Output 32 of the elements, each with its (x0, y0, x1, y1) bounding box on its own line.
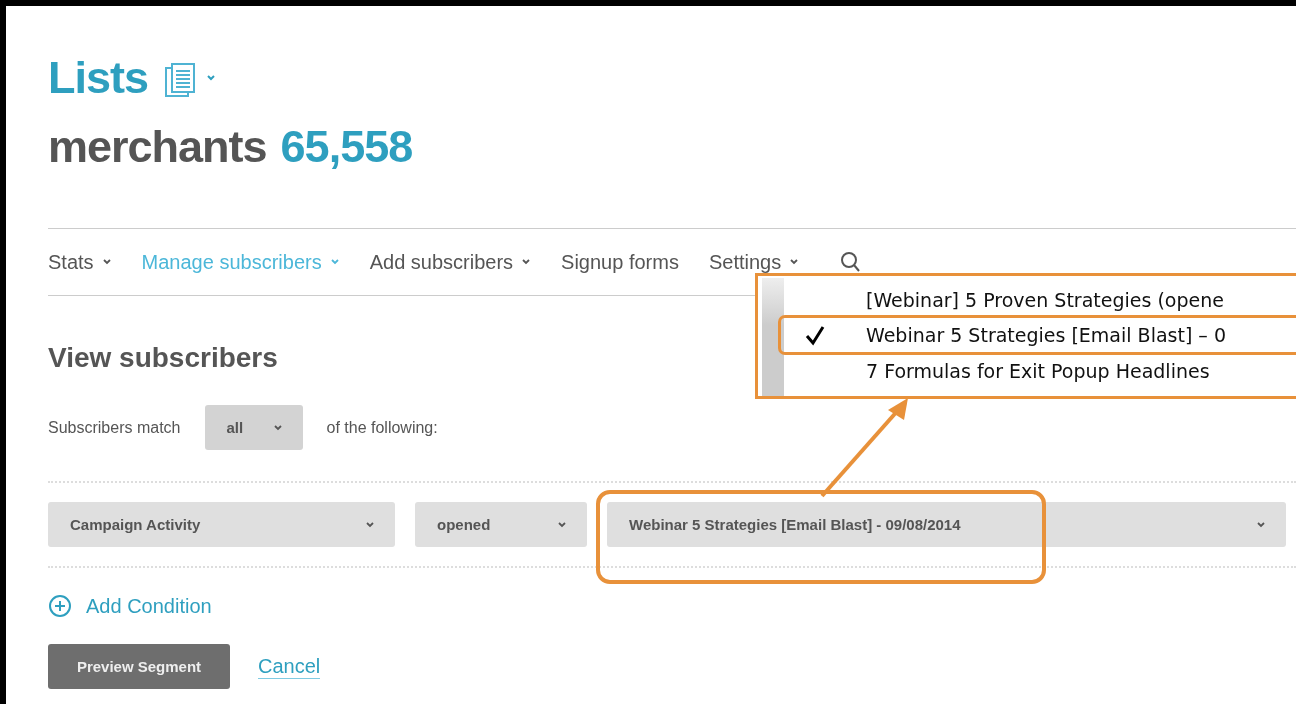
chevron-down-icon[interactable] (521, 258, 532, 266)
cancel-link[interactable]: Cancel (258, 654, 321, 679)
subscriber-count: 65,558 (280, 121, 413, 173)
chevron-down-icon[interactable] (789, 258, 800, 266)
chevron-down-icon (272, 423, 283, 432)
section-title: View subscribers (48, 342, 278, 375)
chevron-down-icon[interactable] (101, 258, 112, 266)
nav-tab[interactable]: Settings (708, 250, 800, 274)
checkmark-icon (804, 324, 826, 346)
menu-item[interactable]: [Webinar] 5 Proven Strategies (opene (784, 282, 1296, 317)
operator-select[interactable]: opened (415, 502, 587, 547)
page-title: Lists (48, 52, 149, 104)
nav-tab[interactable]: Stats (48, 250, 112, 274)
nav-tab[interactable]: Signup forms (561, 250, 679, 274)
list-name: merchants (48, 121, 267, 173)
search-icon[interactable] (839, 251, 862, 273)
field-select[interactable]: Campaign Activity (48, 502, 395, 547)
menu-item[interactable]: Webinar 5 Strategies [Email Blast] – 0 (778, 315, 1296, 355)
chevron-down-icon[interactable] (206, 74, 217, 82)
campaign-select[interactable]: Webinar 5 Strategies [Email Blast] - 09/08/2014 (607, 502, 1286, 547)
chevron-down-icon (1256, 520, 1266, 529)
preview-segment-button[interactable]: Preview Segment (48, 644, 230, 689)
match-label: Subscribers match (48, 418, 181, 437)
menu-item[interactable]: 7 Formulas for Exit Popup Headlines (784, 353, 1296, 388)
chevron-down-icon (557, 520, 567, 529)
add-condition-link[interactable]: Add Condition (48, 594, 212, 618)
plus-circle-icon (48, 594, 72, 618)
nav-tab[interactable]: Add subscribers (369, 250, 532, 274)
scrollbar[interactable] (762, 278, 784, 396)
match-suffix: of the following: (326, 418, 438, 437)
chevron-down-icon (365, 520, 375, 529)
match-select[interactable]: all (204, 405, 303, 450)
